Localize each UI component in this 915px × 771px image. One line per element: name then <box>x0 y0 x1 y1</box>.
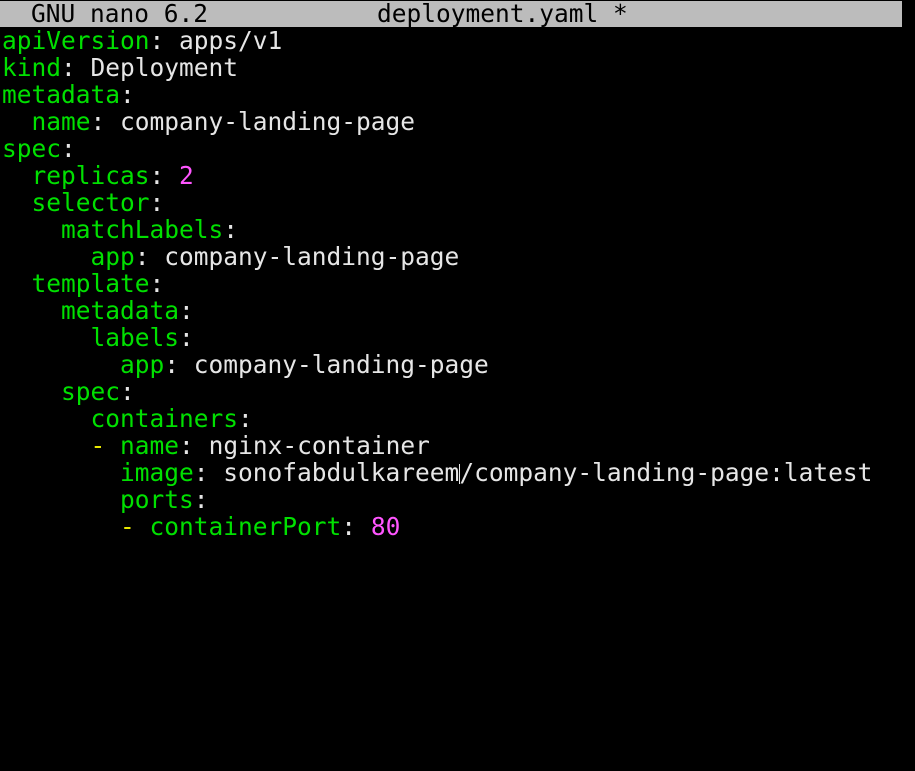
key-separator: : <box>149 161 180 190</box>
key-separator: : <box>223 215 239 244</box>
editor-line[interactable]: spec: <box>2 378 915 405</box>
yaml-key: template <box>31 269 150 298</box>
key-separator: : <box>179 296 194 325</box>
yaml-value: Deployment <box>90 53 239 82</box>
editor-line[interactable]: matchLabels: <box>2 216 915 243</box>
yaml-key: metadata <box>61 296 180 325</box>
yaml-key: metadata <box>2 80 121 109</box>
key-separator: : <box>238 404 253 433</box>
editor-line[interactable]: containers: <box>2 405 915 432</box>
yaml-key: ports <box>120 485 194 514</box>
yaml-value: apps/v1 <box>179 26 283 55</box>
editor-line[interactable]: selector: <box>2 189 915 216</box>
key-separator: : <box>149 26 180 55</box>
key-separator: : <box>61 53 91 82</box>
yaml-value: sonofabdulkareem <box>223 458 460 487</box>
file-name-label: deployment.yaml * <box>377 0 628 28</box>
nano-title-bar: GNU nano 6.2 deployment.yaml * <box>0 1 902 27</box>
editor-text-area[interactable]: apiVersion: apps/v1 kind: Deployment metad… <box>2 27 915 540</box>
key-separator: : <box>149 188 165 217</box>
key-separator: : <box>179 431 209 460</box>
yaml-key: selector <box>31 188 150 217</box>
editor-version-label: GNU nano 6.2 <box>31 0 209 28</box>
yaml-key: app <box>90 242 135 271</box>
yaml-key: containerPort <box>149 512 342 541</box>
yaml-key: image <box>120 458 194 487</box>
yaml-value: company-landing-page <box>193 350 489 379</box>
yaml-key: replicas <box>31 161 150 190</box>
key-separator: : <box>120 377 135 406</box>
key-separator: : <box>193 485 209 514</box>
editor-line[interactable]: replicas: 2 <box>2 162 915 189</box>
key-separator: : <box>149 269 165 298</box>
editor-line[interactable]: - containerPort: 80 <box>2 513 915 540</box>
yaml-number: 80 <box>370 512 401 541</box>
yaml-key: spec <box>61 377 121 406</box>
yaml-key: spec <box>2 134 62 163</box>
key-separator: : <box>120 80 135 109</box>
yaml-key: labels <box>90 323 180 352</box>
yaml-key: name <box>120 431 180 460</box>
key-separator: : <box>164 350 194 379</box>
key-separator: : <box>61 134 76 163</box>
editor-line[interactable]: image: sonofabdulkareem/company-landing-… <box>2 459 915 486</box>
editor-line[interactable]: metadata: <box>2 81 915 108</box>
editor-line[interactable]: kind: Deployment <box>2 54 915 81</box>
yaml-number: 2 <box>179 161 194 190</box>
yaml-key: name <box>31 107 91 136</box>
yaml-key: app <box>120 350 165 379</box>
editor-line[interactable]: spec: <box>2 135 915 162</box>
yaml-value: company-landing-page <box>164 242 460 271</box>
editor-line[interactable]: labels: <box>2 324 915 351</box>
editor-line[interactable]: name: company-landing-page <box>2 108 915 135</box>
yaml-key: matchLabels <box>61 215 224 244</box>
yaml-value: /company-landing-page:latest <box>459 458 873 487</box>
editor-line[interactable]: app: company-landing-page <box>2 351 915 378</box>
editor-line[interactable]: metadata: <box>2 297 915 324</box>
yaml-value: nginx-container <box>208 431 430 460</box>
yaml-key: apiVersion <box>2 26 150 55</box>
yaml-key: containers <box>90 404 239 433</box>
editor-line[interactable]: app: company-landing-page <box>2 243 915 270</box>
editor-line[interactable]: apiVersion: apps/v1 <box>2 27 915 54</box>
key-separator: : <box>193 458 224 487</box>
key-separator: : <box>341 512 371 541</box>
editor-line[interactable]: - name: nginx-container <box>2 432 915 459</box>
key-separator: : <box>179 323 194 352</box>
editor-line[interactable]: template: <box>2 270 915 297</box>
list-dash: - <box>120 512 150 541</box>
editor-line[interactable]: ports: <box>2 486 915 513</box>
yaml-value: company-landing-page <box>120 107 416 136</box>
key-separator: : <box>134 242 165 271</box>
list-dash: - <box>90 431 121 460</box>
yaml-key: kind <box>2 53 62 82</box>
key-separator: : <box>90 107 121 136</box>
